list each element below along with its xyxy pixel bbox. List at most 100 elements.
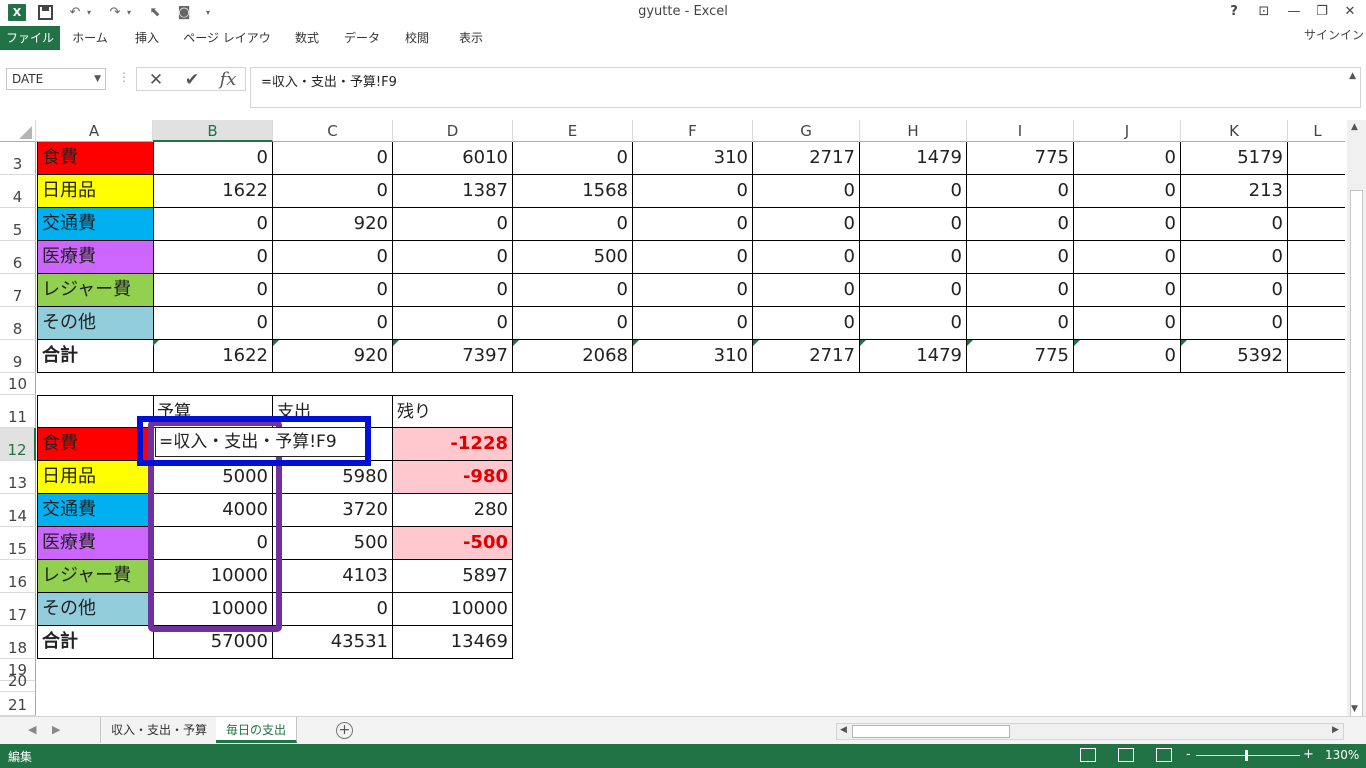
daily-value-cell[interactable]: 0 <box>153 142 273 175</box>
daily-value-cell[interactable]: 0 <box>967 241 1074 274</box>
daily-value-cell[interactable]: 0 <box>153 307 273 340</box>
daily-value-cell[interactable]: 1479 <box>860 142 967 175</box>
daily-empty-cell[interactable] <box>1288 241 1345 274</box>
column-header-b[interactable]: B <box>153 120 273 142</box>
column-header-h[interactable]: H <box>860 120 967 142</box>
daily-value-cell[interactable]: 0 <box>513 142 633 175</box>
daily-value-cell[interactable]: 0 <box>393 208 513 241</box>
daily-value-cell[interactable]: 0 <box>1181 241 1288 274</box>
restore-icon[interactable]: ❐ <box>1308 2 1336 22</box>
tab-view[interactable]: 表示 <box>448 26 494 50</box>
daily-value-cell[interactable]: 920 <box>273 340 393 373</box>
daily-empty-cell[interactable] <box>1288 307 1345 340</box>
daily-value-cell[interactable]: 0 <box>1074 241 1181 274</box>
tab-formulas[interactable]: 数式 <box>284 26 330 50</box>
daily-empty-cell[interactable] <box>1288 274 1345 307</box>
scroll-right-icon[interactable]: ▶ <box>1332 725 1339 735</box>
daily-value-cell[interactable]: 0 <box>633 241 753 274</box>
scroll-left-icon[interactable]: ◀ <box>840 725 847 735</box>
daily-value-cell[interactable]: 0 <box>273 142 393 175</box>
column-header-j[interactable]: J <box>1074 120 1181 142</box>
spent-value-cell[interactable]: 500 <box>273 527 393 560</box>
daily-category-cell[interactable]: 医療費 <box>37 241 154 274</box>
column-header-c[interactable]: C <box>273 120 393 142</box>
daily-category-cell[interactable]: 合計 <box>37 340 154 373</box>
daily-value-cell[interactable]: 310 <box>633 142 753 175</box>
daily-value-cell[interactable]: 1568 <box>513 175 633 208</box>
daily-value-cell[interactable]: 2068 <box>513 340 633 373</box>
daily-value-cell[interactable]: 5179 <box>1181 142 1288 175</box>
daily-value-cell[interactable]: 0 <box>860 175 967 208</box>
tab-review[interactable]: 校閲 <box>394 26 440 50</box>
tab-page-layout[interactable]: ページ レイアウト <box>180 26 274 69</box>
row-header-14[interactable]: 14 <box>0 494 36 527</box>
formula-bar-scroll-up-icon[interactable]: ▲ <box>1349 71 1356 81</box>
daily-value-cell[interactable]: 0 <box>967 175 1074 208</box>
daily-value-cell[interactable]: 1622 <box>153 340 273 373</box>
row-header-7[interactable]: 7 <box>0 274 36 307</box>
daily-value-cell[interactable]: 1387 <box>393 175 513 208</box>
daily-value-cell[interactable]: 0 <box>633 208 753 241</box>
daily-value-cell[interactable]: 0 <box>633 274 753 307</box>
daily-value-cell[interactable]: 5392 <box>1181 340 1288 373</box>
name-box[interactable]: DATE ▼ <box>6 68 106 90</box>
select-all-corner[interactable] <box>0 120 36 142</box>
insert-function-icon[interactable]: fx <box>214 69 242 91</box>
daily-value-cell[interactable]: 0 <box>1074 208 1181 241</box>
spent-value-cell[interactable]: 0 <box>273 593 393 626</box>
row-header-9[interactable]: 9 <box>0 340 36 373</box>
vertical-scrollbar[interactable]: ▲ ▼ <box>1347 120 1366 730</box>
row-header-6[interactable]: 6 <box>0 241 36 274</box>
daily-value-cell[interactable]: 7397 <box>393 340 513 373</box>
row-header-16[interactable]: 16 <box>0 560 36 593</box>
budget-category-cell[interactable]: その他 <box>37 593 154 626</box>
daily-value-cell[interactable]: 0 <box>273 307 393 340</box>
signin-link[interactable]: サインイン <box>1304 26 1364 44</box>
sheet-tab-income[interactable]: 収入・支出・予算 <box>100 717 219 743</box>
daily-value-cell[interactable]: 0 <box>1181 274 1288 307</box>
scroll-up-icon[interactable]: ▲ <box>1351 122 1358 132</box>
budget-header-cell[interactable]: 残り <box>393 395 513 428</box>
daily-value-cell[interactable]: 1622 <box>153 175 273 208</box>
daily-value-cell[interactable]: 2717 <box>753 340 860 373</box>
daily-value-cell[interactable]: 0 <box>1074 274 1181 307</box>
daily-value-cell[interactable]: 775 <box>967 340 1074 373</box>
daily-value-cell[interactable]: 775 <box>967 142 1074 175</box>
row-header-20[interactable]: 20 <box>0 670 36 692</box>
daily-value-cell[interactable]: 0 <box>753 175 860 208</box>
daily-value-cell[interactable]: 0 <box>860 274 967 307</box>
column-header-i[interactable]: I <box>967 120 1074 142</box>
daily-value-cell[interactable]: 0 <box>967 274 1074 307</box>
column-header-a[interactable]: A <box>36 120 153 142</box>
minimize-icon[interactable]: — <box>1280 2 1308 22</box>
normal-view-icon[interactable] <box>1080 748 1096 762</box>
daily-value-cell[interactable]: 0 <box>1074 142 1181 175</box>
cancel-icon[interactable]: ✕ <box>142 69 170 91</box>
daily-value-cell[interactable]: 213 <box>1181 175 1288 208</box>
remaining-value-cell[interactable]: -500 <box>393 527 513 560</box>
row-header-13[interactable]: 13 <box>0 461 36 494</box>
row-header-12[interactable]: 12 <box>0 428 36 461</box>
row-header-18[interactable]: 18 <box>0 626 36 659</box>
daily-value-cell[interactable]: 0 <box>1181 208 1288 241</box>
daily-value-cell[interactable]: 0 <box>1074 307 1181 340</box>
budget-category-cell[interactable]: 医療費 <box>37 527 154 560</box>
remaining-value-cell[interactable]: 280 <box>393 494 513 527</box>
ribbon-display-options-icon[interactable]: ⊡ <box>1250 2 1278 22</box>
scroll-down-icon[interactable]: ▼ <box>1351 704 1358 714</box>
row-header-5[interactable]: 5 <box>0 208 36 241</box>
daily-value-cell[interactable]: 0 <box>393 274 513 307</box>
daily-value-cell[interactable]: 0 <box>513 274 633 307</box>
column-header-l[interactable]: L <box>1288 120 1345 142</box>
remaining-value-cell[interactable]: -1228 <box>393 428 513 461</box>
daily-empty-cell[interactable] <box>1288 175 1345 208</box>
tab-file[interactable]: ファイル <box>0 26 60 50</box>
column-header-k[interactable]: K <box>1181 120 1288 142</box>
chevron-down-icon[interactable]: ▼ <box>94 69 101 89</box>
zoom-level[interactable]: 130% <box>1325 748 1359 762</box>
worksheet-grid[interactable]: ABCDEFGHIJKL 3 4 5 6 7 8 9 10 11 12 13 14 15 16 17 18 19… <box>0 120 1345 716</box>
daily-value-cell[interactable]: 0 <box>273 175 393 208</box>
row-header-15[interactable]: 15 <box>0 527 36 560</box>
daily-empty-cell[interactable] <box>1288 340 1345 373</box>
spent-value-cell[interactable]: 4103 <box>273 560 393 593</box>
